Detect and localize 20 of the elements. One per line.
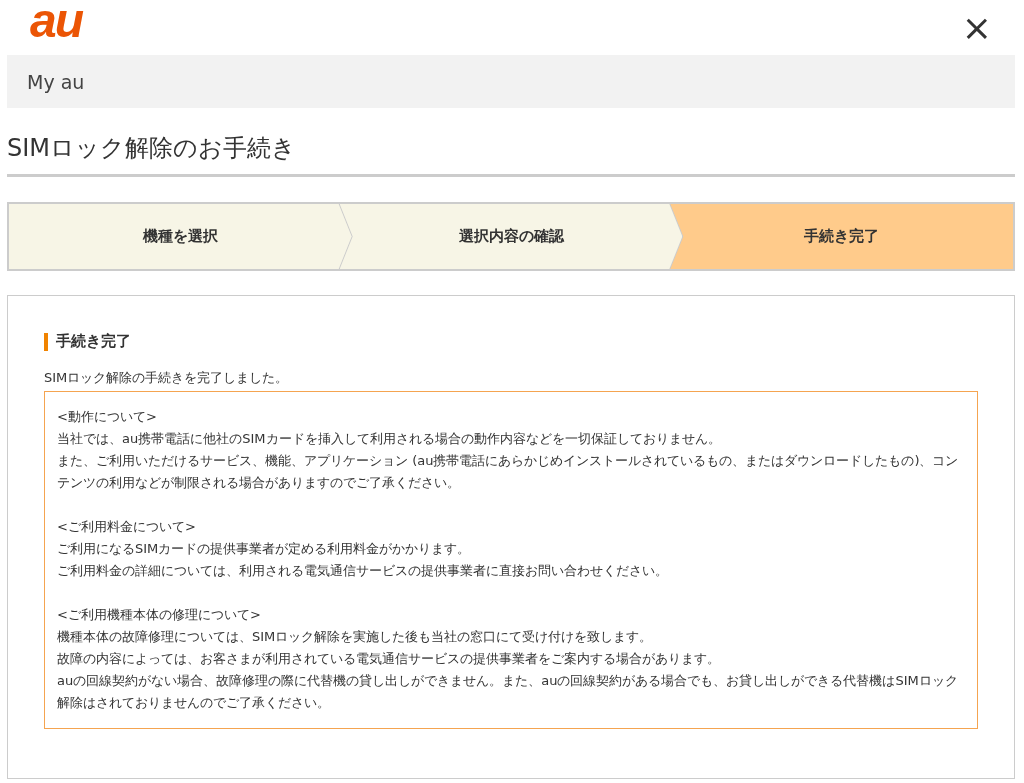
notice-text: 故障の内容によっては、お客さまが利用されている電気通信サービスの提供事業者をご案内する場合があります。 (57, 650, 721, 668)
heading-accent-bar (44, 332, 48, 351)
notice-text: ご利用料金の詳細については、利用される電気通信サービスの提供事業者に直接お問い合わせください。 (57, 562, 669, 580)
notice-heading: <動作について> (57, 408, 158, 426)
step: 選択内容の確認 (339, 204, 683, 269)
service-name: My au (27, 70, 85, 93)
close-button[interactable]: × (957, 9, 996, 46)
notice-text: 機種本体の故障修理については、SIMロック解除を実施した後も当社の窓口にて受け付けを致します。 (57, 628, 654, 646)
notice-text: また、ご利用いただけるサービス、機能、アプリケーション (au携帯電話にあらかじめインストールされているもの、またはダウンロードしたもの)、コンテンツの利用などが制限される場合がありますのでご了承ください。 (57, 452, 960, 492)
notice-heading: <ご利用料金について> (57, 518, 197, 536)
notice-text: ご利用になるSIMカードの提供事業者が定める利用料金がかかります。 (57, 540, 472, 558)
step: 機種を選択 (9, 204, 352, 269)
notice-heading: <ご利用機種本体の修理について> (57, 606, 262, 624)
step: 手続き完了 (670, 204, 1013, 269)
section-heading: 手続き完了 (56, 332, 131, 351)
notice-text: auの回線契約がない場合、故障修理の際に代替機の貸し出しができません。また、auの回線契約がある場合でも、お貸し出しができる代替機はSIMロック解除はされておりませんのでご了承ください。 (57, 672, 959, 712)
completion-message: SIMロック解除の手続きを完了しました。 (44, 369, 290, 387)
au-logo[interactable]: au (30, 0, 82, 45)
notice-text: 当社では、au携帯電話に他社のSIMカードを挿入して利用される場合の動作内容などを一切保証しておりません。 (57, 430, 722, 448)
page-title: SIMロック解除のお手続き (7, 132, 1015, 177)
